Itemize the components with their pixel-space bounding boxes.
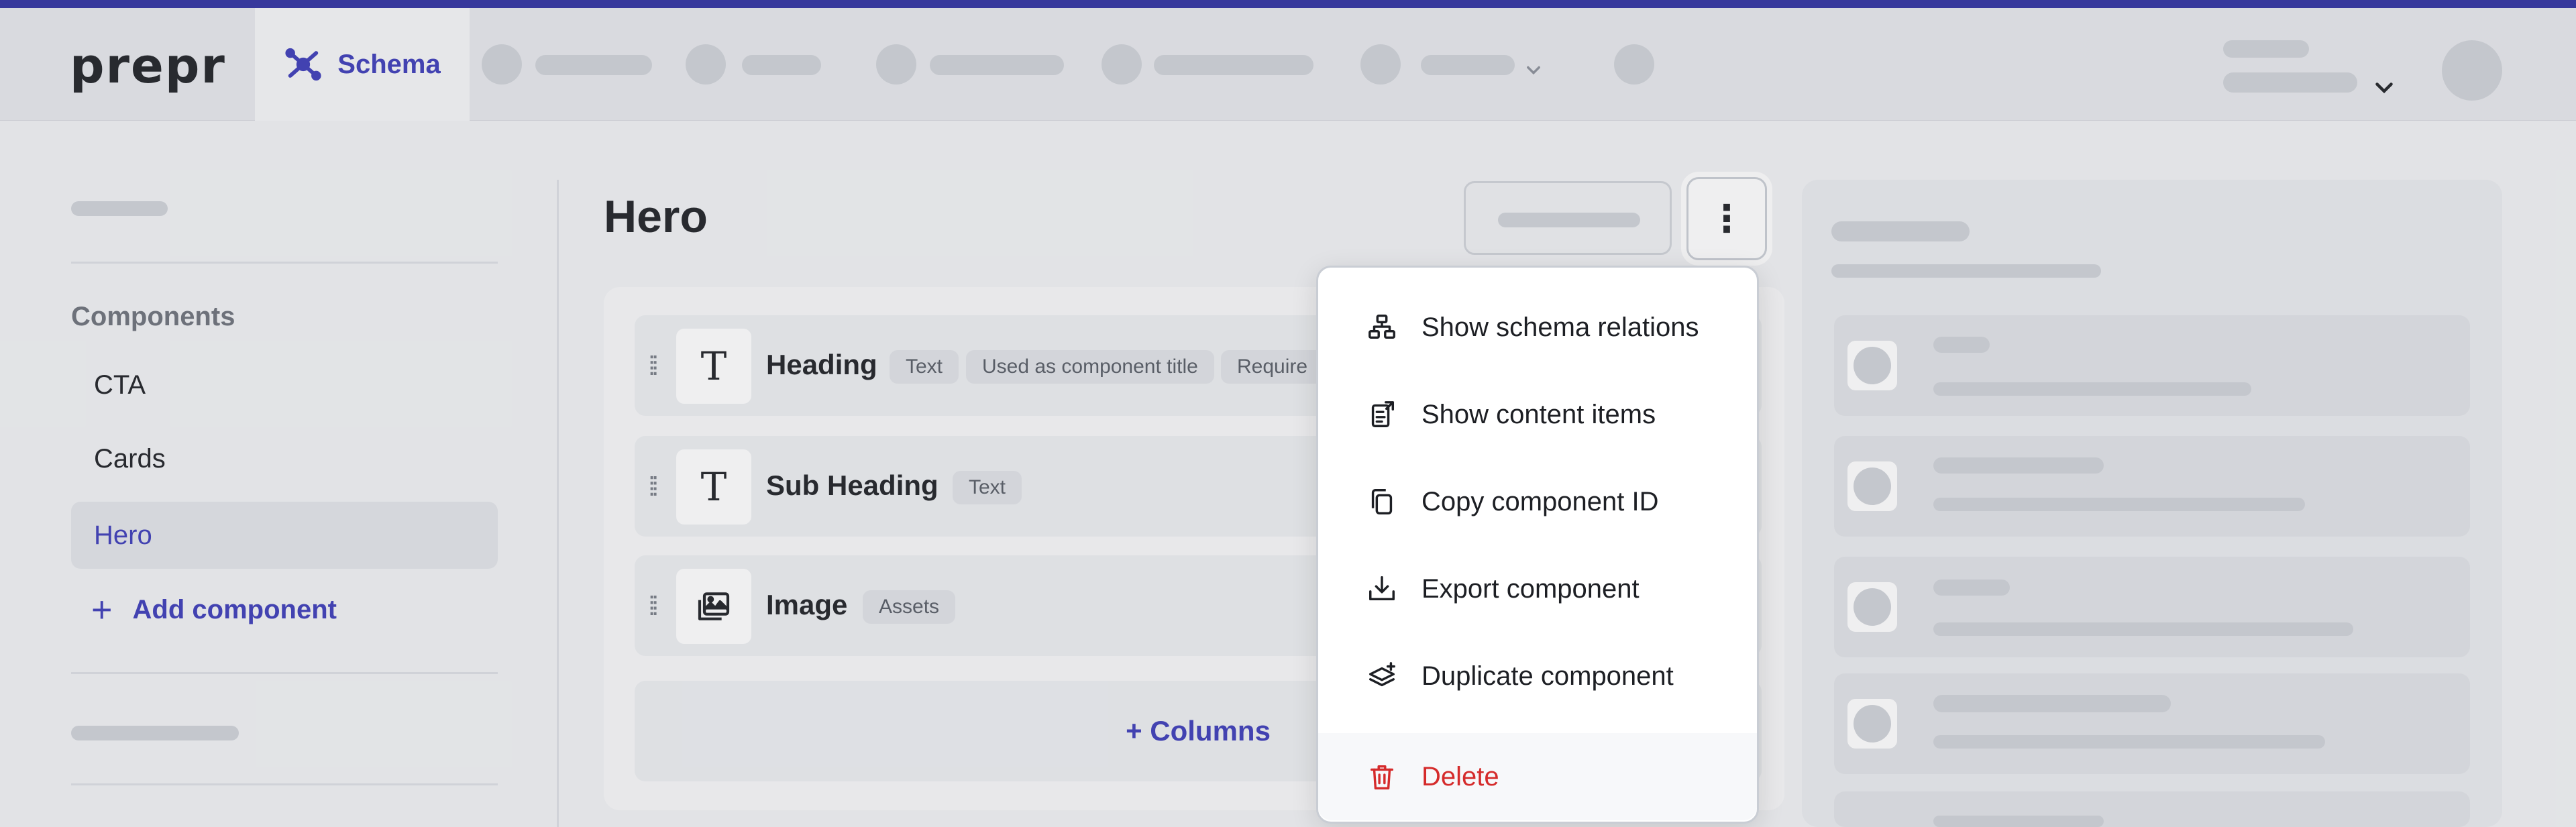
more-options-button[interactable]: ⋮ — [1686, 177, 1767, 260]
text-type-icon: T — [676, 329, 751, 404]
placeholder-line — [1933, 622, 2353, 636]
menu-item-export-component[interactable]: Export component — [1318, 552, 1757, 626]
nav-placeholder-icon — [686, 44, 726, 85]
content-items-icon — [1371, 401, 1395, 427]
panel-list-item — [1834, 673, 2470, 774]
sidebar-divider — [557, 180, 559, 827]
chevron-down-icon[interactable] — [1524, 60, 1543, 79]
header-action-button[interactable] — [1464, 181, 1672, 255]
text-type-icon: T — [676, 449, 751, 525]
tab-schema[interactable]: Schema — [255, 8, 470, 121]
trash-icon — [1370, 765, 1394, 789]
nav-placeholder-label — [742, 55, 821, 75]
nav-placeholder-icon — [1614, 44, 1654, 85]
nav-placeholder-icon — [876, 44, 916, 85]
field-name: Heading — [766, 349, 877, 380]
schema-relations-icon — [1368, 315, 1395, 339]
panel-subtitle-placeholder — [1831, 264, 2101, 278]
more-options-menu: Show schema relations Show content items… — [1316, 266, 1759, 824]
field-tag: Require — [1221, 350, 1324, 384]
placeholder-line — [1933, 735, 2325, 749]
placeholder-line — [1933, 337, 1990, 353]
placeholder-line — [1933, 382, 2251, 396]
nav-placeholder-icon — [482, 44, 522, 85]
sidebar-item-cards[interactable]: Cards — [71, 425, 498, 492]
field-tag: Text — [953, 471, 1022, 504]
panel-title-placeholder — [1831, 221, 1970, 241]
sidebar-item-label: Hero — [94, 520, 152, 550]
placeholder-avatar — [1847, 341, 1897, 390]
kebab-icon: ⋮ — [1708, 197, 1746, 239]
page-title: Hero — [604, 191, 708, 242]
menu-item-label: Duplicate component — [1421, 661, 1674, 691]
field-name: Sub Heading — [766, 470, 938, 501]
sidebar-item-hero[interactable]: Hero — [71, 502, 498, 569]
add-component-label: Add component — [132, 594, 337, 624]
menu-item-show-schema-relations[interactable]: Show schema relations — [1318, 290, 1757, 364]
menu-item-label: Delete — [1421, 761, 1499, 791]
menu-item-label: Show schema relations — [1421, 312, 1699, 342]
user-role-placeholder — [2223, 72, 2357, 93]
nav-placeholder-icon — [1102, 44, 1142, 85]
chevron-down-icon[interactable] — [2372, 75, 2396, 99]
field-tag: Assets — [863, 590, 956, 624]
panel-list-item — [1834, 315, 2470, 416]
export-icon — [1369, 576, 1395, 601]
top-navigation-bar: prepr Schema — [0, 8, 2576, 121]
menu-item-show-content-items[interactable]: Show content items — [1318, 378, 1757, 451]
placeholder-line — [1933, 580, 2010, 596]
nav-placeholder-label — [535, 55, 652, 75]
sidebar-item-label: CTA — [94, 370, 146, 400]
nav-placeholder-icon — [1360, 44, 1401, 85]
placeholder-line — [1933, 498, 2305, 511]
sidebar: Components CTA Cards Hero + Add componen… — [0, 121, 557, 827]
avatar[interactable] — [2442, 40, 2502, 101]
placeholder-line — [1933, 695, 2171, 712]
nav-placeholder-label — [1154, 55, 1313, 75]
tab-schema-label: Schema — [337, 49, 441, 79]
menu-item-label: Copy component ID — [1421, 486, 1659, 516]
divider — [71, 262, 498, 264]
field-tag: Used as component title — [966, 350, 1214, 384]
duplicate-icon — [1369, 662, 1395, 687]
assets-icon — [676, 569, 751, 644]
copy-icon — [1371, 489, 1393, 514]
placeholder-line — [1933, 457, 2104, 474]
drag-handle-icon[interactable]: ⁞⁞ — [648, 351, 659, 382]
top-accent-bar — [0, 0, 2576, 8]
menu-item-delete[interactable]: Delete — [1318, 733, 1757, 820]
divider — [71, 783, 498, 785]
sidebar-placeholder — [71, 726, 239, 740]
drag-handle-icon[interactable]: ⁞⁞ — [648, 472, 659, 502]
placeholder-line — [1933, 816, 2104, 827]
field-tag: Text — [890, 350, 959, 384]
plus-icon: + — [91, 590, 113, 630]
panel-list-item — [1834, 791, 2470, 827]
menu-item-label: Show content items — [1421, 399, 1656, 429]
field-name: Image — [766, 589, 848, 620]
panel-list-item — [1834, 557, 2470, 657]
add-component-button[interactable]: + Add component — [91, 589, 337, 630]
panel-list-item — [1834, 436, 2470, 537]
nav-placeholder-label — [1421, 55, 1515, 75]
drag-handle-icon[interactable]: ⁞⁞ — [648, 592, 659, 622]
user-name-placeholder — [2223, 40, 2309, 58]
menu-item-copy-component-id[interactable]: Copy component ID — [1318, 465, 1757, 539]
sidebar-item-cta[interactable]: CTA — [71, 351, 498, 419]
sidebar-section-title: Components — [71, 302, 235, 331]
sidebar-item-label: Cards — [94, 443, 166, 474]
menu-item-duplicate-component[interactable]: Duplicate component — [1318, 639, 1757, 713]
placeholder-avatar — [1847, 461, 1897, 511]
divider — [71, 672, 498, 674]
nav-placeholder-label — [930, 55, 1064, 75]
sidebar-placeholder — [71, 201, 168, 216]
add-columns-label: + Columns — [1126, 715, 1271, 747]
menu-item-label: Export component — [1421, 573, 1640, 604]
placeholder-avatar — [1847, 699, 1897, 749]
schema-icon — [285, 48, 321, 81]
placeholder-avatar — [1847, 582, 1897, 632]
button-placeholder — [1498, 213, 1640, 227]
app-logo[interactable]: prepr — [70, 38, 226, 94]
